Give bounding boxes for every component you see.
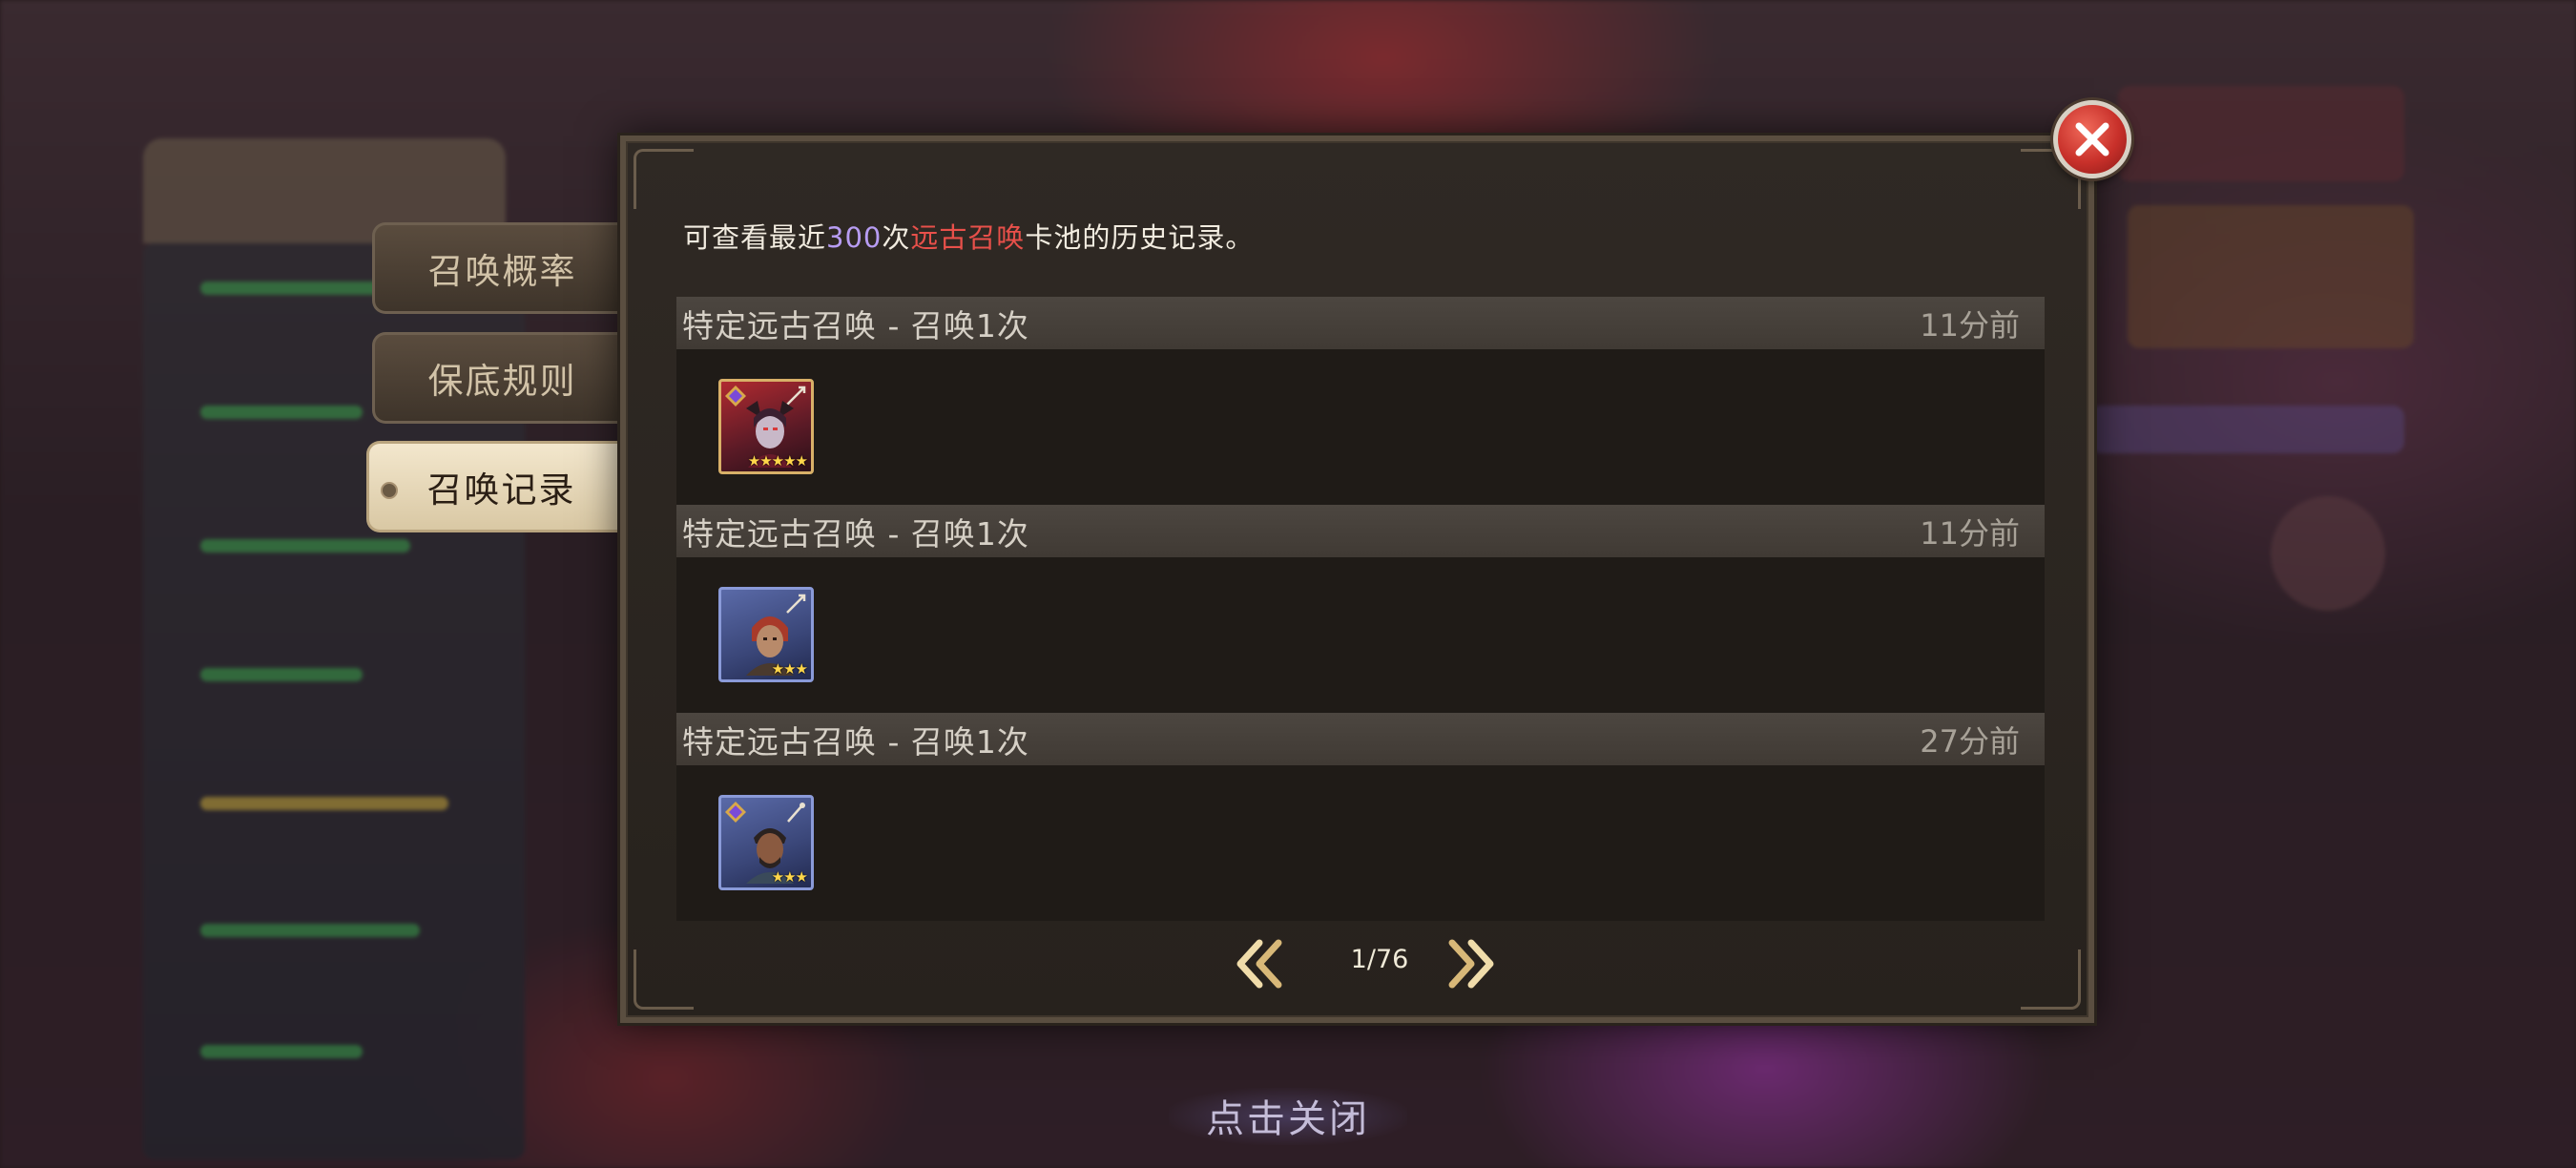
tab-label: 召唤记录	[426, 469, 576, 511]
info-middle: 次	[882, 221, 911, 254]
history-info-text: 可查看最近300次远古召唤卡池的历史记录。	[683, 216, 1254, 256]
double-chevron-left-icon	[1236, 939, 1282, 989]
record-item: 特定远古召唤 - 召唤1次 11分前 ★★★★★	[676, 297, 2045, 505]
pagination: 1/76	[626, 935, 2088, 992]
record-item: 特定远古召唤 - 召唤1次 11分前 ★★★	[676, 505, 2045, 713]
record-title: 特定远古召唤 - 召唤1次	[682, 514, 1029, 553]
close-button[interactable]	[2053, 100, 2131, 178]
hero-card[interactable]: ★★★★★	[718, 379, 814, 474]
info-suffix: 卡池的历史记录。	[1025, 221, 1255, 254]
hero-stars: ★★★	[771, 868, 808, 886]
next-page-button[interactable]	[1437, 935, 1504, 992]
record-list: 特定远古召唤 - 召唤1次 11分前 ★★★★★ 特定远古召唤 - 召唤1次 1…	[676, 297, 2045, 921]
record-time: 11分前	[1920, 306, 2020, 344]
tab-summon-probability[interactable]: 召唤概率	[372, 222, 630, 314]
active-dot-icon	[381, 482, 398, 499]
record-header: 特定远古召唤 - 召唤1次 11分前	[676, 505, 2045, 557]
tap-to-close-text[interactable]: 点击关闭	[1169, 1088, 1407, 1145]
hero-stars: ★★★	[771, 660, 808, 678]
tab-label: 保底规则	[427, 361, 577, 402]
double-chevron-right-icon	[1448, 939, 1494, 989]
hero-stars: ★★★★★	[747, 452, 808, 469]
hero-card[interactable]: ★★★	[718, 795, 814, 890]
close-icon	[2075, 122, 2109, 156]
page-indicator: 1/76	[1350, 945, 1409, 974]
record-time: 27分前	[1920, 722, 2020, 760]
record-header: 特定远古召唤 - 召唤1次 11分前	[676, 297, 2045, 349]
hero-card[interactable]: ★★★	[718, 587, 814, 682]
record-item: 特定远古召唤 - 召唤1次 27分前 ★★★	[676, 713, 2045, 921]
record-time: 11分前	[1920, 514, 2020, 552]
record-title: 特定远古召唤 - 召唤1次	[682, 722, 1029, 761]
tab-pity-rules[interactable]: 保底规则	[372, 332, 630, 424]
tab-label: 召唤概率	[427, 251, 577, 292]
summon-history-dialog: 可查看最近300次远古召唤卡池的历史记录。 特定远古召唤 - 召唤1次 11分前	[620, 136, 2094, 1023]
previous-page-button[interactable]	[1227, 935, 1294, 992]
info-prefix: 可查看最近	[683, 221, 827, 254]
tab-summon-history[interactable]: 召唤记录	[366, 441, 634, 532]
info-count: 300	[826, 221, 883, 254]
record-title: 特定远古召唤 - 召唤1次	[682, 306, 1029, 344]
record-header: 特定远古召唤 - 召唤1次 27分前	[676, 713, 2045, 765]
info-pool-name: 远古召唤	[910, 221, 1026, 254]
